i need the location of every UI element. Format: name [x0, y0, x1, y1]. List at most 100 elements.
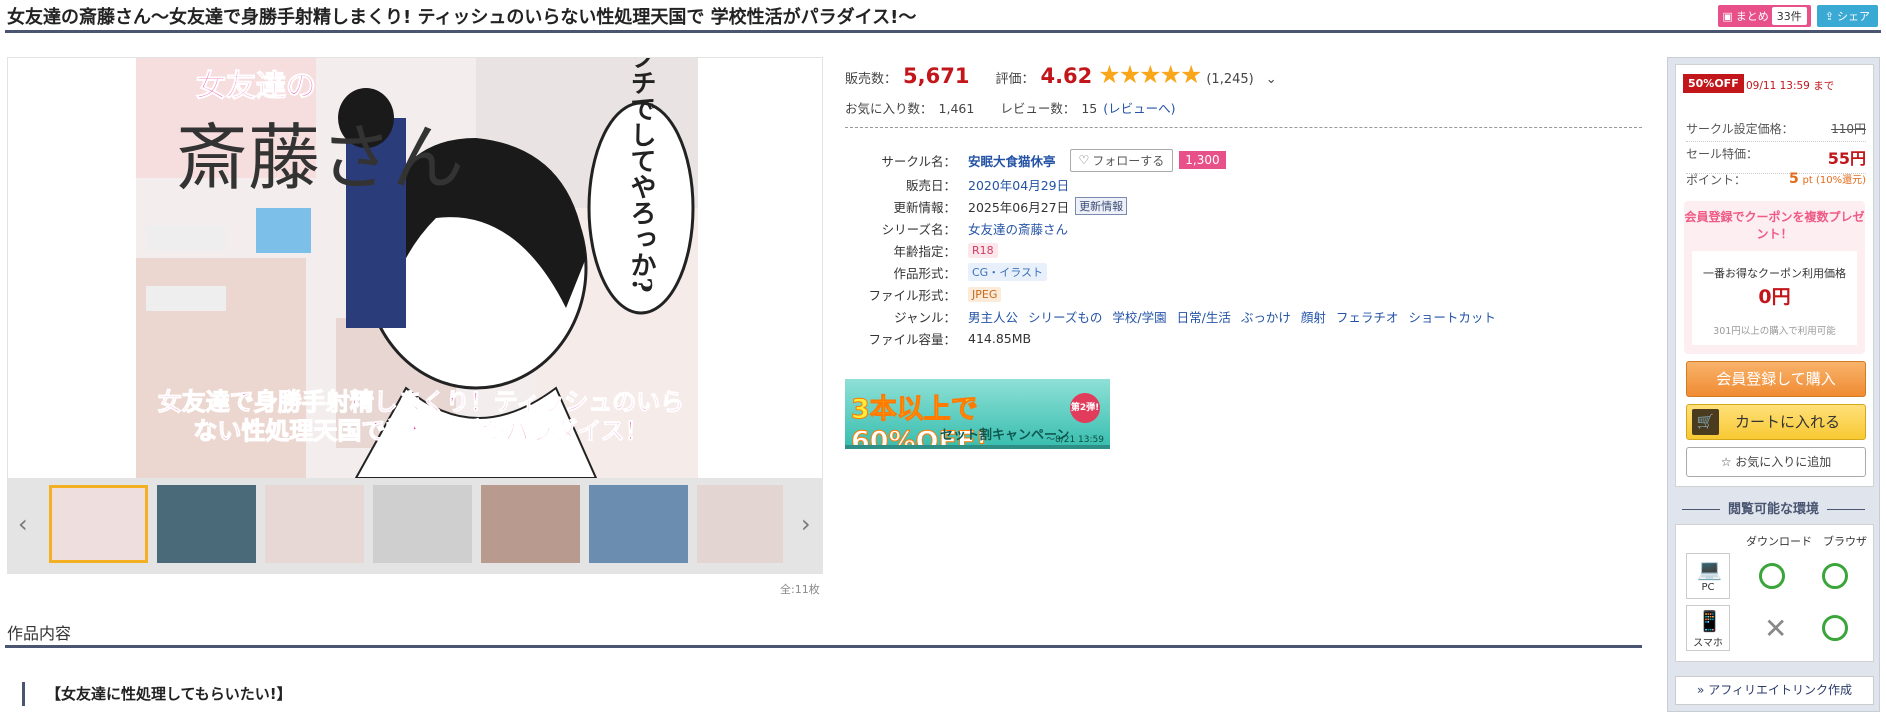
stats: 販売数： 5,671 評価： 4.62 ★★★★★ (1,245) ⌄ お気に入… [845, 60, 1277, 117]
thumbnail-1[interactable] [49, 485, 148, 563]
col-browser: ブラウザ [1823, 535, 1867, 548]
circle-price-label: サークル設定価格： [1686, 122, 1794, 136]
device-phone: 📱 スマホ [1686, 605, 1730, 651]
rating-count: (1,245) [1206, 72, 1254, 87]
cross-icon: ✕ [1764, 612, 1788, 645]
heart-icon: ♡ [1078, 153, 1090, 167]
fav-label: お気に入り数： [845, 101, 933, 116]
star-icon: ☆ [1720, 455, 1732, 469]
point-unit: pt (10%還元) [1802, 175, 1866, 186]
age-tag[interactable]: R18 [968, 242, 998, 258]
coupon-title: 会員登録でクーポンを複数プレゼント！ [1684, 210, 1865, 241]
circle-link[interactable]: 安眠大食猫休亭 [968, 151, 1056, 170]
thumbnail-2[interactable] [157, 485, 256, 563]
pc-label: PC [1701, 582, 1715, 593]
affiliate-link-button[interactable]: » アフィリエイトリンク作成 [1675, 676, 1874, 705]
share-icon: ⇪ [1824, 9, 1834, 23]
share-button[interactable]: ⇪ シェア [1816, 5, 1878, 27]
follow-label: フォローする [1092, 153, 1165, 168]
matome-label: まとめ [1735, 10, 1769, 23]
section-title: 作品内容 [7, 624, 72, 643]
review-link[interactable]: (レビューへ) [1103, 98, 1175, 117]
work-meta: サークル名： 安眠大食猫休亭 ♡ フォローする 1,300 販売日： 2020年0… [845, 147, 1645, 349]
campaign-banner[interactable]: 3本以上で60%OFF! 第2弾! セット割キャンペーン 〜8/21 13:59 [845, 379, 1110, 449]
file-format-tag[interactable]: JPEG [968, 286, 1002, 302]
review-count: 15 [1081, 101, 1098, 116]
rating-value: 4.62 [1040, 64, 1093, 88]
review-label: レビュー数： [1000, 101, 1076, 116]
thumbnail-7[interactable] [697, 485, 783, 563]
phone-label: スマホ [1693, 638, 1723, 649]
series-link[interactable]: 女友達の斎藤さん [968, 219, 1068, 238]
genre-link[interactable]: ショートカット [1408, 307, 1496, 326]
update-info-button[interactable]: 更新情報 [1075, 197, 1128, 215]
add-to-cart-button[interactable]: 🛒 カートに入れる [1686, 404, 1866, 440]
chevron-right-icon[interactable]: › [801, 510, 811, 538]
sales-label: 販売数： [845, 72, 898, 87]
chevron-left-icon[interactable]: ‹ [18, 510, 28, 538]
cover-title-small: 女友達の [196, 69, 316, 104]
banner-date: 〜8/21 13:59 [1045, 435, 1104, 445]
thumbnail-strip: ‹ › [8, 478, 822, 573]
page-title: 女友達の斎藤さん〜女友達で身勝手射精しまくり! ティッシュのいらない性処理天国で… [7, 7, 917, 28]
environment-box: ダウンロード ブラウザ 💻 PC 📱 スマホ ✕ [1675, 524, 1874, 662]
update-date: 2025年06月27日 [968, 199, 1070, 215]
environment-title: 閲覧可能な環境 [1668, 498, 1879, 517]
fav-label: お気に入りに追加 [1735, 455, 1832, 469]
discount-badge: 50%OFF [1683, 74, 1744, 93]
genre-link[interactable]: シリーズもの [1028, 307, 1102, 326]
format-label: 作品形式： [893, 265, 956, 281]
check-circle-icon [1759, 563, 1785, 589]
rating-label: 評価： [995, 72, 1035, 87]
matome-count: 33件 [1771, 7, 1807, 25]
col-download: ダウンロード [1746, 535, 1812, 548]
cart-label: カートに入れる [1735, 413, 1841, 431]
coupon-box[interactable]: 会員登録でクーポンを複数プレゼント！ 一番お得なクーポン利用価格 0円 301円… [1684, 201, 1865, 354]
circle-label: サークル名： [881, 153, 956, 169]
genre-link[interactable]: フェラチオ [1336, 307, 1399, 326]
rating-stars-icon: ★★★★★ [1098, 60, 1202, 89]
format-tag[interactable]: CG・イラスト [968, 263, 1047, 281]
matome-button[interactable]: ▣ まとめ 33件 [1718, 5, 1811, 27]
age-label: 年齢指定： [893, 243, 956, 259]
genre-link[interactable]: 顔射 [1301, 307, 1326, 326]
header-divider [5, 30, 1881, 33]
thumbnail-4[interactable] [373, 485, 472, 563]
bookmark-icon: ▣ [1722, 9, 1733, 23]
release-date[interactable]: 2020年04月29日 [968, 175, 1069, 194]
follow-count: 1,300 [1179, 151, 1226, 169]
check-circle-icon [1822, 615, 1848, 641]
sales-count: 5,671 [903, 64, 970, 88]
register-buy-button[interactable]: 会員登録して購入 [1686, 361, 1866, 397]
cover-bubble-text: クチでしてやろっか? [626, 58, 656, 293]
add-favorite-button[interactable]: ☆ お気に入りに追加 [1686, 447, 1866, 477]
genre-link[interactable]: ぶっかけ [1241, 307, 1291, 326]
file-size: 414.85MB [968, 330, 1032, 346]
image-total: 全:11枚 [780, 583, 820, 596]
image-gallery: クチでしてやろっか? 女友達の 斎藤さん 女友達で身勝手射精しまくり！ティッシュ… [7, 57, 823, 574]
point-value: 5 [1788, 171, 1799, 187]
thumbnail-5[interactable] [481, 485, 580, 563]
purchase-sidebar: 50%OFF 09/11 13:59 まで サークル設定価格： 110円 セール… [1667, 57, 1880, 712]
genre-link[interactable]: 学校/学園 [1112, 307, 1166, 326]
file-size-label: ファイル容量： [868, 331, 956, 347]
follow-button[interactable]: ♡ フォローする [1069, 148, 1174, 172]
smartphone-icon: 📱 [1697, 609, 1722, 633]
genre-link[interactable]: 日常/生活 [1177, 307, 1231, 326]
header-actions: ▣ まとめ 33件 ⇪ シェア [1718, 5, 1878, 27]
chevron-down-icon[interactable]: ⌄ [1266, 72, 1277, 87]
device-pc: 💻 PC [1686, 553, 1730, 599]
coupon-caption: 一番お得なクーポン利用価格 [1703, 267, 1846, 280]
genre-link[interactable]: 男主人公 [968, 307, 1018, 326]
banner-pre: 3本以上で [851, 394, 979, 426]
cover-tagline: 女友達で身勝手射精しまくり！ティッシュのいらない性処理天国で学校性活がパラダイス… [157, 388, 685, 446]
circle-price: 110円 [1831, 122, 1866, 136]
main-product-image[interactable]: クチでしてやろっか? 女友達の 斎藤さん 女友達で身勝手射精しまくり！ティッシュ… [136, 58, 698, 478]
discount-end-date: 09/11 13:59 まで [1746, 80, 1835, 92]
thumbnail-3[interactable] [265, 485, 364, 563]
release-label: 販売日： [905, 177, 956, 193]
sale-price-label: セール特価： [1686, 147, 1759, 161]
laptop-icon: 💻 [1697, 557, 1722, 581]
fav-count: 1,461 [938, 101, 975, 116]
thumbnail-6[interactable] [589, 485, 688, 563]
